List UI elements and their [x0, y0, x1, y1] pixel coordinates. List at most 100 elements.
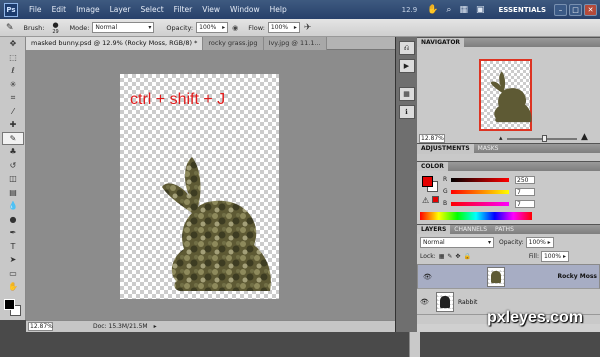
- shape-tool-icon[interactable]: ▭: [2, 267, 24, 281]
- hand-tool-icon[interactable]: ✋: [2, 280, 24, 294]
- dodge-tool-icon[interactable]: ●: [2, 213, 24, 227]
- info-panel-icon[interactable]: ℹ: [398, 105, 415, 119]
- hand-tool-icon[interactable]: ✋: [427, 5, 438, 15]
- blend-mode-select[interactable]: Normal ▾: [420, 237, 494, 248]
- actions-panel-icon[interactable]: ▶: [398, 59, 415, 73]
- navigator-panel: 12.87% ▴ ▲: [417, 47, 600, 143]
- navigator-zoom-field[interactable]: 12.87%: [419, 134, 445, 143]
- layer-name[interactable]: Rabbit: [458, 299, 477, 306]
- screen-mode-icon[interactable]: ▣: [476, 5, 485, 15]
- crop-tool-icon[interactable]: ⌗: [2, 91, 24, 105]
- healing-brush-icon[interactable]: ✚: [2, 118, 24, 132]
- channel-slider[interactable]: [451, 177, 509, 182]
- mode-label: Mode:: [69, 23, 90, 32]
- foreground-color-swatch[interactable]: [4, 299, 15, 310]
- blur-tool-icon[interactable]: 💧: [2, 199, 24, 213]
- chevron-down-icon: ▾: [487, 239, 491, 246]
- menu-file[interactable]: File: [24, 5, 47, 14]
- zoom-in-icon[interactable]: ▲: [581, 132, 588, 142]
- color-foreground-swatch[interactable]: [422, 176, 433, 187]
- tab-rocky-grass[interactable]: rocky grass.jpg: [203, 37, 264, 50]
- channel-slider[interactable]: [451, 189, 509, 194]
- history-brush-icon[interactable]: ↺: [2, 159, 24, 173]
- layer-rocky-moss[interactable]: 👁 Rocky Moss: [417, 264, 600, 289]
- menu-help[interactable]: Help: [265, 5, 292, 14]
- menu-layer[interactable]: Layer: [105, 5, 136, 14]
- visibility-eye-icon[interactable]: 👁: [420, 298, 432, 306]
- tab-color[interactable]: COLOR: [417, 161, 448, 172]
- tab-adjustments[interactable]: ADJUSTMENTS: [417, 143, 474, 154]
- visibility-eye-icon[interactable]: 👁: [423, 273, 435, 281]
- navigator-preview[interactable]: [479, 59, 532, 131]
- zoom-out-icon[interactable]: ▴: [499, 134, 503, 142]
- menu-image[interactable]: Image: [71, 5, 105, 14]
- menu-edit[interactable]: Edit: [47, 5, 72, 14]
- move-tool-icon[interactable]: ✥: [2, 37, 24, 51]
- brush-picker[interactable]: ● 29: [48, 21, 64, 35]
- pen-tool-icon[interactable]: ✒: [2, 226, 24, 240]
- tab-paths[interactable]: PATHS: [491, 225, 518, 235]
- zoom-tool-icon[interactable]: ⌕: [446, 5, 451, 15]
- lasso-tool-icon[interactable]: ℓ: [2, 64, 24, 78]
- color-spectrum-ramp[interactable]: [420, 212, 532, 220]
- tab-navigator[interactable]: NAVIGATOR: [417, 37, 465, 48]
- marquee-tool-icon[interactable]: ⬚: [2, 51, 24, 65]
- fill-label: Fill:: [528, 253, 539, 260]
- gamut-warning-icon[interactable]: ⚠: [422, 196, 429, 205]
- workspace-switcher[interactable]: ESSENTIALS: [499, 6, 547, 14]
- brush-tool-icon[interactable]: ✎: [2, 131, 24, 145]
- minimize-button[interactable]: –: [554, 3, 567, 16]
- opacity-field[interactable]: 100% ▸: [196, 22, 229, 33]
- magic-wand-icon[interactable]: ✳: [2, 78, 24, 92]
- flow-field[interactable]: 100% ▸: [267, 22, 300, 33]
- brush-tool-preset-icon[interactable]: ✎: [6, 23, 14, 33]
- lock-row: Lock: ▦ ✎ ✥ 🔒 Fill: 100% ▸: [420, 251, 569, 262]
- navigator-slider-handle[interactable]: [542, 135, 547, 142]
- lock-pixels-icon[interactable]: ✎: [447, 253, 452, 260]
- mode-select[interactable]: Normal ▾: [92, 22, 155, 33]
- channel-value-field[interactable]: 7: [515, 187, 535, 196]
- lock-position-icon[interactable]: ✥: [455, 253, 460, 260]
- channel-label: R: [443, 176, 448, 183]
- channel-value-field[interactable]: 250: [515, 175, 535, 184]
- tab-masks[interactable]: MASKS: [474, 144, 503, 154]
- tab-masked-bunny[interactable]: masked bunny.psd @ 12.9% (Rocky Moss, RG…: [26, 37, 204, 50]
- gradient-tool-icon[interactable]: ▤: [2, 186, 24, 200]
- color-swatches[interactable]: [4, 299, 22, 317]
- gamut-swatch[interactable]: [432, 196, 439, 203]
- eraser-icon[interactable]: ◫: [2, 172, 24, 186]
- arrange-documents-icon[interactable]: ▦: [459, 5, 468, 15]
- chevron-right-icon[interactable]: ▸: [154, 323, 157, 330]
- menu-window[interactable]: Window: [225, 5, 265, 14]
- zoom-readout[interactable]: 12.9: [402, 6, 418, 14]
- fill-field[interactable]: 100% ▸: [540, 251, 569, 262]
- menu-view[interactable]: View: [197, 5, 225, 14]
- lock-transparency-icon[interactable]: ▦: [439, 253, 445, 260]
- channel-value-field[interactable]: 7: [515, 199, 535, 208]
- layer-name[interactable]: Rocky Moss: [557, 273, 597, 280]
- clone-stamp-icon[interactable]: ♣: [2, 145, 24, 159]
- color-channel-row: R 250: [443, 175, 593, 184]
- blend-row: Normal ▾ Opacity: 100% ▸: [420, 237, 554, 248]
- menu-filter[interactable]: Filter: [169, 5, 198, 14]
- airbrush-icon[interactable]: ✈: [304, 23, 312, 33]
- status-zoom-field[interactable]: 12.87%: [28, 322, 53, 331]
- type-tool-icon[interactable]: T: [2, 240, 24, 254]
- tab-layers[interactable]: LAYERS: [417, 224, 451, 235]
- lock-label: Lock:: [420, 253, 436, 260]
- history-panel-icon[interactable]: ⎌: [398, 41, 415, 55]
- lock-all-icon[interactable]: 🔒: [463, 253, 470, 260]
- tab-channels[interactable]: CHANNELS: [450, 225, 491, 235]
- document-canvas[interactable]: ctrl + shift + J: [120, 74, 279, 299]
- maximize-button[interactable]: □: [569, 3, 582, 16]
- menu-select[interactable]: Select: [136, 5, 169, 14]
- tab-ivy[interactable]: Ivy.jpg @ 11.1...: [263, 37, 327, 50]
- eyedropper-icon[interactable]: ⁄: [2, 105, 24, 119]
- swatches-panel-icon[interactable]: ▦: [398, 87, 415, 101]
- blend-mode-value: Normal: [423, 239, 445, 246]
- pressure-opacity-icon[interactable]: ◉: [232, 24, 238, 32]
- close-button[interactable]: ✕: [584, 3, 597, 16]
- channel-slider[interactable]: [451, 201, 509, 206]
- path-selection-icon[interactable]: ➤: [2, 253, 24, 267]
- layer-opacity-field[interactable]: 100% ▸: [525, 237, 554, 248]
